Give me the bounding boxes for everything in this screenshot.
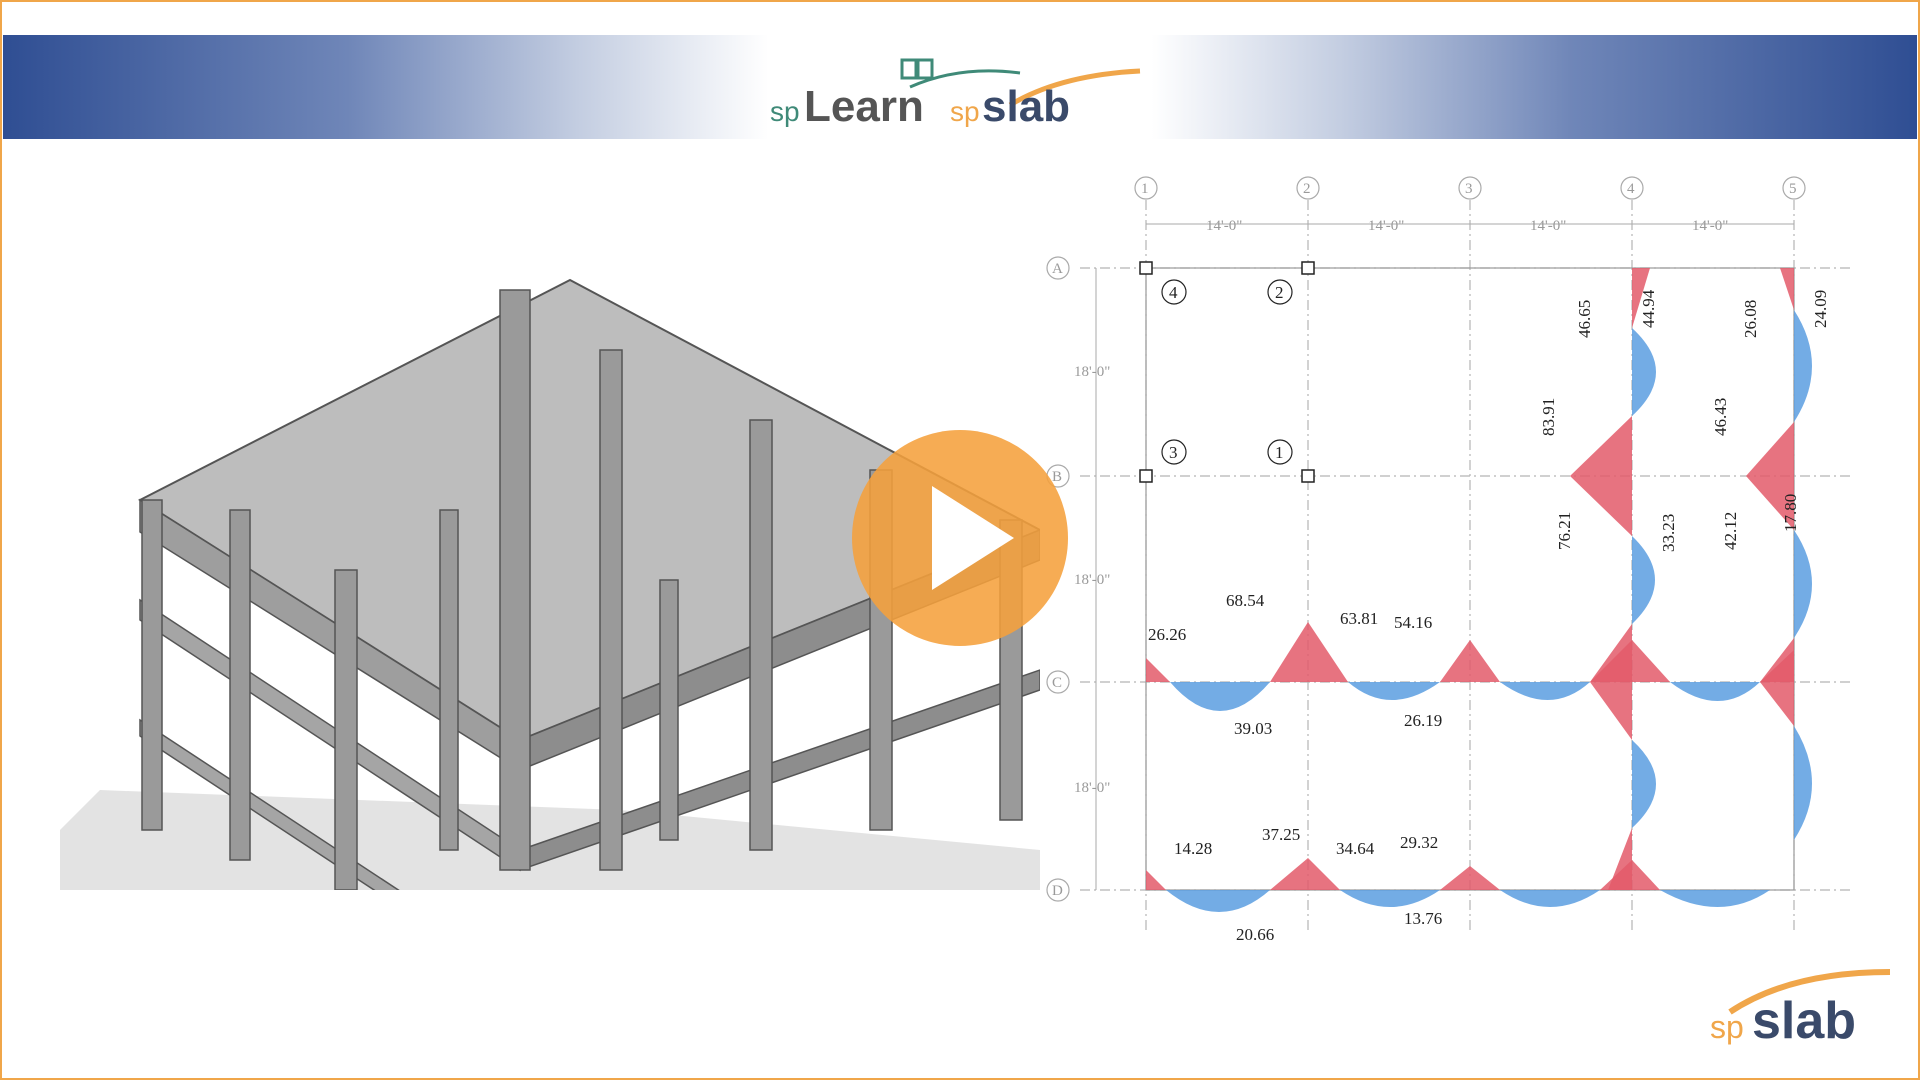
moment-label: 46.65 [1575, 300, 1594, 338]
grid-col-2: 2 [1303, 181, 1311, 197]
moment-label: 14.28 [1174, 839, 1212, 858]
dim-x-4: 14'-0" [1692, 218, 1728, 234]
moment-label: 33.23 [1659, 514, 1678, 552]
strip-tag-3: 3 [1169, 443, 1178, 462]
moment-diagram-plan: 1 2 3 4 5 A B C D 14'-0" 14'-0" 14'-0" 1… [1046, 176, 1850, 944]
strip-tag-2: 2 [1275, 283, 1284, 302]
grid-row-d: D [1052, 883, 1063, 899]
moment-label: 37.25 [1262, 825, 1300, 844]
book-icon [900, 58, 934, 80]
moment-label: 44.94 [1639, 289, 1658, 328]
splearn-spslab-logo: sp Learn sp slab [770, 58, 1141, 131]
moment-label: 17.80 [1781, 494, 1800, 532]
logo-learn: Learn [804, 82, 924, 131]
moment-label: 29.32 [1400, 833, 1438, 852]
moment-label: 76.21 [1555, 512, 1574, 550]
moment-row-d [1146, 858, 1770, 912]
moment-col-4 [1570, 268, 1656, 890]
dim-y-3: 18'-0" [1074, 780, 1110, 796]
moment-label: 13.76 [1404, 909, 1442, 928]
moment-label: 26.26 [1148, 625, 1186, 644]
logo-sp-2: sp [950, 96, 980, 127]
grid-col-4: 4 [1627, 181, 1635, 197]
moment-label: 83.91 [1539, 398, 1558, 436]
moment-col-5 [1746, 268, 1812, 840]
logo-sp-1: sp [770, 96, 800, 127]
moment-label: 26.08 [1741, 300, 1760, 338]
play-button[interactable] [852, 430, 1068, 646]
dim-y-2: 18'-0" [1074, 572, 1110, 588]
moment-label: 24.09 [1811, 290, 1830, 328]
moment-label: 34.64 [1336, 839, 1375, 858]
dim-x-1: 14'-0" [1206, 218, 1242, 234]
moment-label: 26.19 [1404, 711, 1442, 730]
strip-tag-4: 4 [1169, 283, 1178, 302]
dim-y-1: 18'-0" [1074, 364, 1110, 380]
grid-row-c: C [1052, 675, 1062, 691]
plan-gridlines [1080, 180, 1850, 930]
grid-col-5: 5 [1789, 181, 1797, 197]
moment-label: 54.16 [1394, 613, 1432, 632]
moment-label: 68.54 [1226, 591, 1265, 610]
grid-row-a: A [1052, 261, 1063, 277]
dim-x-3: 14'-0" [1530, 218, 1566, 234]
moment-label: 63.81 [1340, 609, 1378, 628]
logo-slab: slab [982, 82, 1070, 131]
play-icon [932, 486, 1014, 590]
footer-logo-slab: slab [1752, 992, 1856, 1050]
grid-col-3: 3 [1465, 181, 1473, 197]
moment-label: 42.12 [1721, 512, 1740, 550]
moment-label: 20.66 [1236, 925, 1274, 944]
strip-tag-1: 1 [1275, 443, 1284, 462]
moment-label: 39.03 [1234, 719, 1272, 738]
grid-col-1: 1 [1141, 181, 1149, 197]
spslab-footer-logo: sp slab [1710, 969, 1891, 1050]
moment-label: 46.43 [1711, 398, 1730, 436]
footer-logo-sp: sp [1710, 1009, 1744, 1045]
dim-x-2: 14'-0" [1368, 218, 1404, 234]
